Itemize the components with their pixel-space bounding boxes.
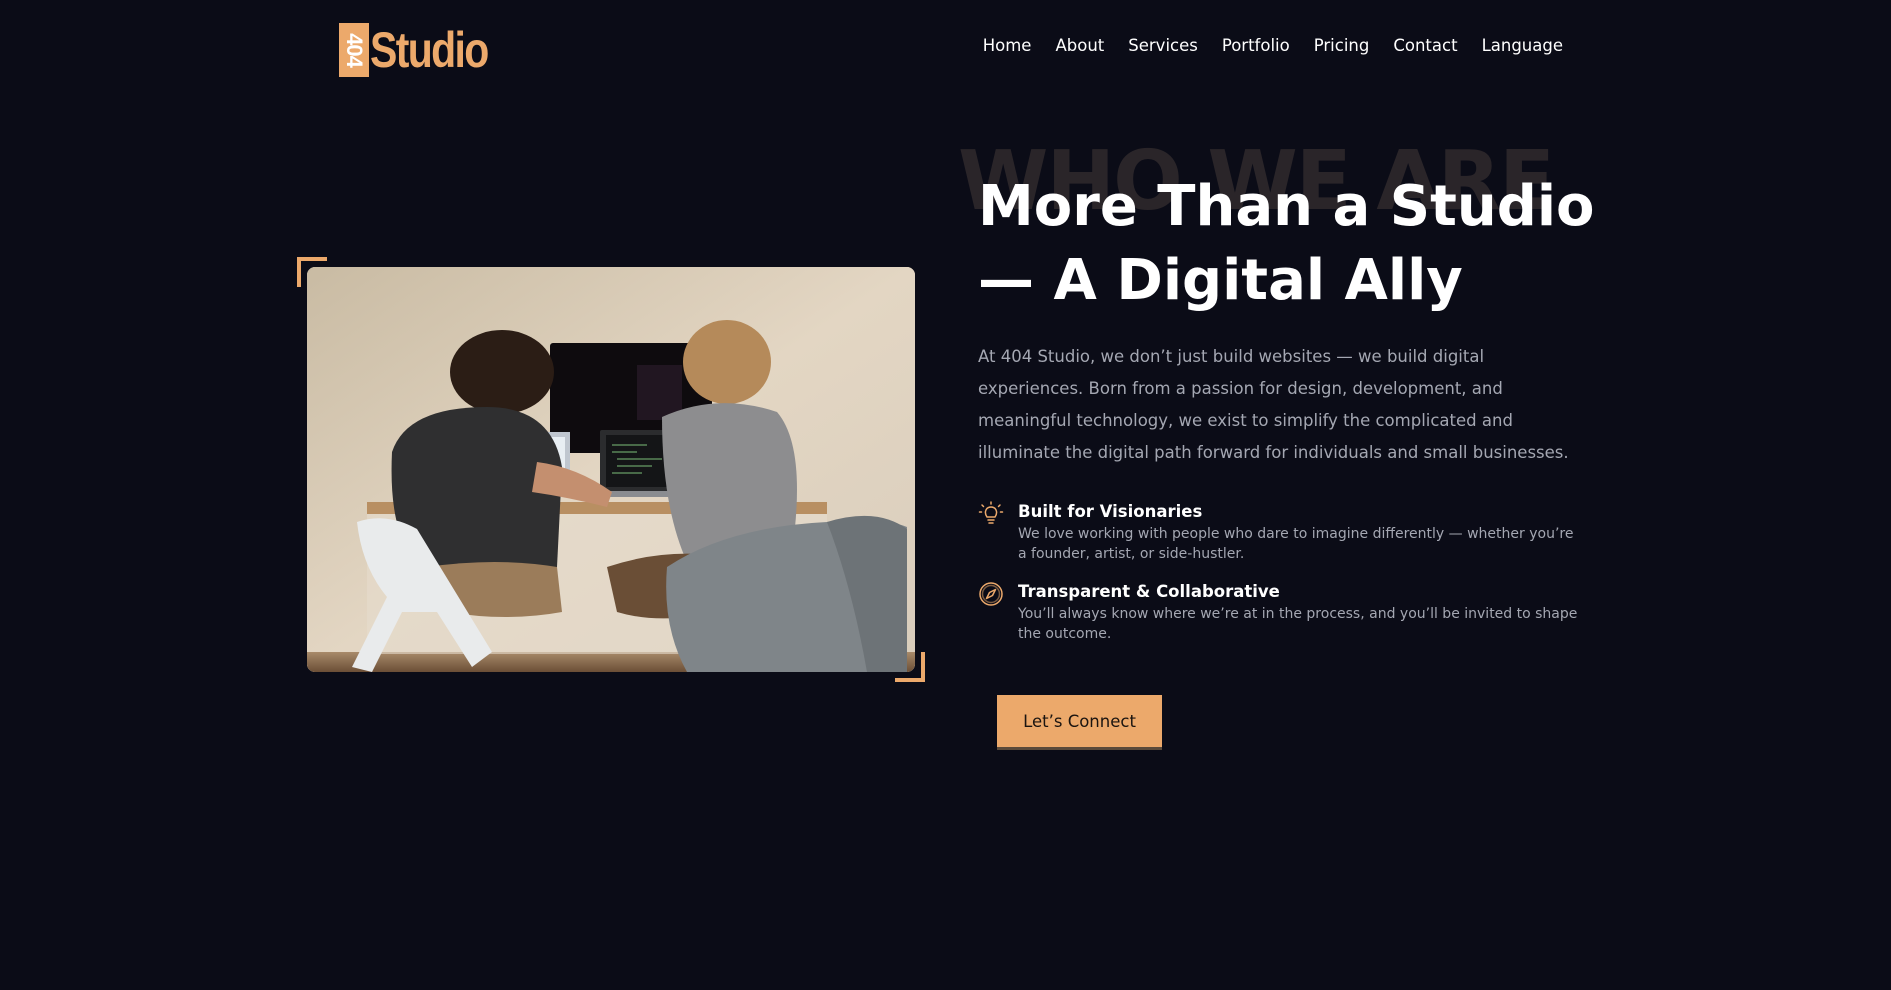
nav-services[interactable]: Services bbox=[1128, 34, 1198, 58]
feature-visionaries: Built for Visionaries We love working wi… bbox=[978, 501, 1598, 564]
logo[interactable]: 404 Studio bbox=[339, 22, 514, 78]
nav-language[interactable]: Language bbox=[1482, 34, 1563, 58]
section-title-line-1: More Than a Studio bbox=[978, 174, 1595, 239]
site-header: 404 Studio Home About Services Portfolio… bbox=[0, 0, 1891, 100]
lightbulb-icon bbox=[978, 501, 1004, 524]
section-title-line-2: — A Digital Ally bbox=[978, 248, 1463, 313]
main-nav: Home About Services Portfolio Pricing Co… bbox=[959, 34, 1563, 58]
nav-home[interactable]: Home bbox=[983, 34, 1032, 58]
feature-visionaries-text: Built for Visionaries We love working wi… bbox=[1018, 501, 1578, 564]
feature-description: We love working with people who dare to … bbox=[1018, 526, 1574, 562]
nav-pricing[interactable]: Pricing bbox=[1314, 34, 1370, 58]
logo-mark: 404 bbox=[339, 23, 369, 77]
section-title: More Than a Studio — A Digital Ally bbox=[978, 170, 1598, 318]
nav-about[interactable]: About bbox=[1055, 34, 1104, 58]
logo-wordmark: Studio bbox=[370, 22, 489, 78]
feature-description: You’ll always know where we’re at in the… bbox=[1018, 606, 1578, 642]
team-working-at-desk-photo bbox=[307, 267, 915, 672]
lets-connect-button[interactable]: Let’s Connect bbox=[997, 695, 1162, 750]
feature-transparent: Transparent & Collaborative You’ll alway… bbox=[978, 581, 1598, 644]
feature-title: Built for Visionaries bbox=[1018, 502, 1203, 521]
hero-photo-frame bbox=[297, 257, 925, 682]
section-intro: At 404 Studio, we don’t just build websi… bbox=[978, 347, 1569, 462]
feature-transparent-text: Transparent & Collaborative You’ll alway… bbox=[1018, 581, 1578, 644]
compass-icon bbox=[979, 582, 1003, 606]
feature-title: Transparent & Collaborative bbox=[1018, 582, 1280, 601]
nav-portfolio[interactable]: Portfolio bbox=[1222, 34, 1290, 58]
logo-mark-text: 404 bbox=[342, 33, 367, 67]
nav-contact[interactable]: Contact bbox=[1393, 34, 1457, 58]
